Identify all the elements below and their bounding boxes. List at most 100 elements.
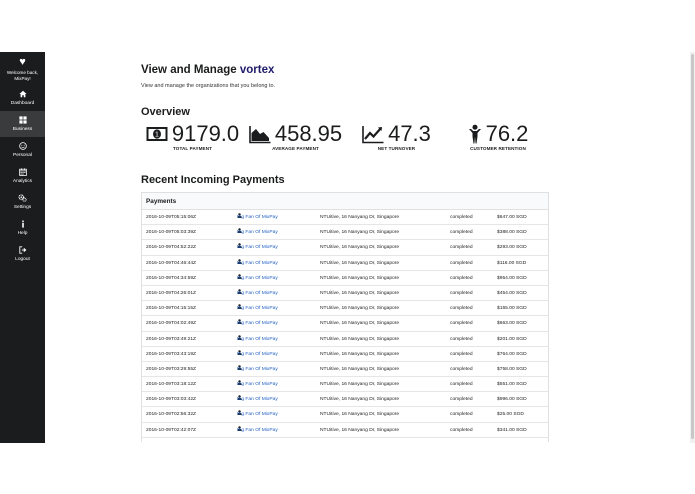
sidebar-item-label: Business: [12, 127, 33, 132]
payment-status: completed: [450, 397, 473, 403]
scrollbar-thumb[interactable]: [691, 54, 694, 439]
table-row: 2016-10-09T04:15:15Z Big Fan Of MixPay NTU…: [142, 301, 548, 317]
user-link[interactable]: Big Fan Of MixPay: [237, 362, 278, 377]
table-row: 2016-10-09T02:56:32Z Big Fan Of MixPay NTU…: [142, 407, 548, 423]
sidebar-item-business[interactable]: Business: [0, 111, 45, 137]
payment-address: NTUitive, 16 Nanyang Dr, Singapore: [320, 351, 400, 357]
table-row: 2016-10-09T04:52:22Z Big Fan Of MixPay NTU…: [142, 240, 548, 256]
payment-time: 2016-10-09T04:34:59Z: [146, 275, 197, 281]
user-link[interactable]: Big Fan Of MixPay: [237, 423, 278, 438]
payment-amount: $454.00 SGD: [497, 290, 527, 296]
payment-time: 2016-10-09T05:03:39Z: [146, 230, 197, 236]
payment-address: NTUitive, 16 Nanyang Dr, Singapore: [320, 306, 400, 312]
sidebar-item-help[interactable]: Help: [0, 215, 45, 241]
payment-status: completed: [450, 366, 473, 372]
sidebar-item-personal[interactable]: Personal: [0, 137, 45, 163]
table-row: 2016-10-09T04:02:49Z Big Fan Of MixPay NTU…: [142, 316, 548, 332]
payment-address: NTUitive, 16 Nanyang Dr, Singapore: [320, 382, 400, 388]
payment-status: completed: [450, 290, 473, 296]
sidebar-item-settings[interactable]: Settings: [0, 189, 45, 215]
table-row: 2016-10-09T04:34:59Z Big Fan Of MixPay NTU…: [142, 271, 548, 286]
payment-address: NTUitive, 16 Nanyang Dr, Singapore: [320, 215, 400, 220]
payment-address: NTUitive, 16 Nanyang Dr, Singapore: [320, 366, 400, 372]
payment-address: NTUitive, 16 Nanyang Dr, Singapore: [320, 397, 400, 403]
page-scrollbar[interactable]: [690, 52, 695, 443]
payment-time: 2016-10-09T05:15:06Z: [146, 215, 197, 220]
recent-payments-heading: Recent Incoming Payments: [141, 174, 285, 186]
stat-value: 9179.0: [171, 121, 240, 146]
sign-out-icon: [0, 246, 45, 256]
payment-status: completed: [450, 306, 473, 312]
payment-address: NTUitive, 16 Nanyang Dr, Singapore: [320, 412, 400, 418]
payment-amount: $954.00 SGD: [497, 275, 527, 281]
payment-amount: $155.00 SGD: [497, 306, 527, 312]
table-row: 2016-10-09T04:26:01Z Big Fan Of MixPay NTU…: [142, 286, 548, 302]
payment-amount: $201.00 SGD: [497, 336, 527, 342]
page-title-text: View and Manage: [141, 64, 237, 76]
sidebar-item-label: Analytics: [12, 179, 33, 184]
stat-label: NET TURNOVER: [377, 146, 416, 151]
payment-status: completed: [450, 412, 473, 418]
heart-icon: ♥: [19, 56, 26, 68]
user-link[interactable]: Big Fan Of MixPay: [237, 316, 278, 331]
user-link[interactable]: Big Fan Of MixPay: [237, 392, 278, 407]
user-link[interactable]: Big Fan Of MixPay: [237, 332, 278, 347]
user-link[interactable]: Big Fan Of MixPay: [237, 407, 278, 422]
page-subtitle: View and manage the organizations that y…: [141, 83, 276, 89]
payment-status: completed: [450, 427, 473, 433]
user-link[interactable]: Big Fan Of MixPay: [237, 210, 278, 225]
table-row: 2016-10-09T05:15:06Z Big Fan Of MixPay NTU…: [142, 210, 548, 226]
stat-label: AVERAGE PAYMENT: [272, 146, 319, 151]
sidebar-item-logout[interactable]: Logout: [0, 241, 45, 267]
table-title: Payments: [142, 193, 548, 210]
payment-status: completed: [450, 321, 473, 327]
user-link[interactable]: Big Fan Of MixPay: [237, 240, 278, 255]
stat-value: 458.95: [274, 121, 343, 146]
payment-amount: $293.00 SGD: [497, 245, 527, 251]
table-row: 2016-10-09T03:18:12Z Big Fan Of MixPay NTU…: [142, 377, 548, 393]
user-link[interactable]: Big Fan Of MixPay: [237, 347, 278, 362]
payment-address: NTUitive, 16 Nanyang Dr, Singapore: [320, 427, 400, 433]
user-link[interactable]: Big Fan Of MixPay: [237, 271, 278, 286]
sidebar-welcome: ♥ Welcome back, MixPay!: [0, 52, 45, 85]
user-link[interactable]: Big Fan Of MixPay: [237, 301, 278, 316]
payment-time: 2016-10-09T03:18:12Z: [146, 382, 197, 388]
sidebar-item-analytics[interactable]: Analytics: [0, 163, 45, 189]
user-link[interactable]: Big Fan Of MixPay: [237, 256, 278, 271]
payment-time: 2016-10-09T03:03:42Z: [146, 397, 197, 403]
payment-status: completed: [450, 245, 473, 251]
gears-icon: [0, 194, 45, 204]
sidebar-item-label: Dashboard: [10, 101, 35, 106]
stat-net-turnover: 47.3 NET TURNOVER: [360, 122, 433, 151]
overview-heading: Overview: [141, 106, 190, 118]
welcome-username: MixPay!: [14, 76, 31, 81]
payments-table: Payments 2016-10-09T05:15:06Z Big Fan Of …: [141, 192, 549, 442]
table-row: 2016-10-09T03:03:42Z Big Fan Of MixPay NTU…: [142, 392, 548, 408]
user-link[interactable]: Big Fan Of MixPay: [237, 225, 278, 240]
table-row: 2016-10-09T04:46:44Z Big Fan Of MixPay NTU…: [142, 256, 548, 271]
payment-time: 2016-10-09T04:26:01Z: [146, 290, 197, 296]
person-icon: [468, 124, 482, 144]
payment-amount: $388.00 SGD: [497, 230, 527, 236]
payment-amount: $996.00 SGD: [497, 397, 527, 403]
user-link[interactable]: Big Fan Of MixPay: [237, 286, 278, 301]
payment-time: 2016-10-09T03:49:21Z: [146, 336, 197, 342]
calendar-icon: [0, 168, 45, 178]
payment-status: completed: [450, 215, 473, 220]
stat-total-payment: 1 9179.0 TOTAL PAYMENT: [146, 122, 239, 151]
payment-address: NTUitive, 16 Nanyang Dr, Singapore: [320, 336, 400, 342]
table-row: 2016-10-09T02:42:07Z Big Fan Of MixPay NTU…: [142, 423, 548, 438]
info-icon: [0, 220, 45, 230]
sidebar-item-dashboard[interactable]: Dashboard: [0, 85, 45, 111]
stat-value: 47.3: [388, 121, 431, 146]
home-icon: [0, 90, 45, 100]
payment-amount: $764.00 SGD: [497, 351, 527, 357]
user-link[interactable]: Big Fan Of MixPay: [237, 377, 278, 392]
sidebar-item-label: Logout: [15, 257, 30, 262]
sidebar: ♥ Welcome back, MixPay! Dashboard Busine…: [0, 52, 45, 443]
stat-value: 76.2: [485, 121, 529, 146]
payment-amount: $551.00 SGD: [497, 382, 527, 388]
payment-address: NTUitive, 16 Nanyang Dr, Singapore: [320, 321, 400, 327]
page-title: View and Manage vortex: [141, 64, 274, 76]
payment-time: 2016-10-09T03:43:19Z: [146, 351, 197, 357]
